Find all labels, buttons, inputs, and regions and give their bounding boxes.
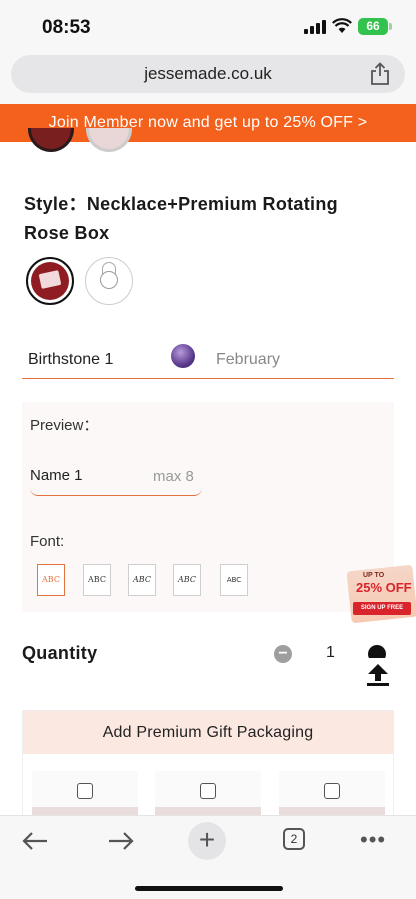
signup-discount-badge[interactable]: UP TO 25% OFF SIGN UP FREE <box>346 564 416 624</box>
status-time: 08:53 <box>42 17 91 38</box>
font-option-4[interactable]: ABC <box>173 564 201 596</box>
font-option-3[interactable]: ABC <box>128 564 156 596</box>
birthstone-select[interactable]: Birthstone 1 February <box>22 338 394 379</box>
style-option-rose-box[interactable] <box>26 257 74 305</box>
scroll-to-top-button[interactable] <box>364 658 392 688</box>
quantity-label: Quantity <box>22 643 98 663</box>
preview-label: Preview： <box>30 417 99 434</box>
share-icon[interactable] <box>369 62 391 86</box>
more-menu-icon[interactable]: ••• <box>360 827 386 853</box>
birthstone-gem-icon <box>171 344 195 368</box>
previous-option-swatch[interactable] <box>28 128 74 152</box>
back-arrow-icon[interactable] <box>20 829 50 853</box>
tabs-button[interactable]: 2 <box>283 828 305 850</box>
packaging-checkbox-1[interactable] <box>77 783 93 799</box>
font-option-5[interactable]: ABC <box>220 564 248 596</box>
font-option-2[interactable]: ABC <box>83 564 111 596</box>
address-bar[interactable]: jessemade.co.uk <box>11 55 405 93</box>
forward-arrow-icon[interactable] <box>106 829 136 853</box>
url-text: jessemade.co.uk <box>144 64 272 83</box>
birthstone-value: February <box>216 351 281 368</box>
status-bar: 08:53 66 <box>0 0 416 54</box>
gift-packaging-title: Add Premium Gift Packaging <box>23 711 393 754</box>
quantity-value: 1 <box>326 644 335 661</box>
cellular-signal-icon <box>304 20 326 34</box>
badge-top-text: UP TO <box>363 572 385 579</box>
name-input-hint: max 8 <box>153 468 194 485</box>
badge-discount-text: 25% OFF <box>356 580 412 595</box>
wifi-icon <box>332 18 352 33</box>
browser-toolbar: + 2 ••• <box>0 815 416 899</box>
gift-packaging-section: Add Premium Gift Packaging <box>22 710 394 831</box>
badge-signup-button[interactable]: SIGN UP FREE <box>353 602 411 615</box>
font-label: Font: <box>30 533 65 550</box>
personalization-preview-panel: Preview： Name 1 max 8 Font: ABC ABC ABC … <box>22 402 394 612</box>
battery-indicator: 66 <box>358 18 388 35</box>
browser-address-area: jessemade.co.uk <box>0 54 416 104</box>
battery-cap <box>389 23 392 30</box>
style-option-necklace[interactable] <box>85 257 133 305</box>
packaging-checkbox-3[interactable] <box>324 783 340 799</box>
name-input[interactable]: Name 1 max 8 <box>30 460 202 496</box>
style-heading: Style：Necklace+Premium Rotating Rose Box <box>24 190 384 248</box>
new-tab-plus-icon[interactable]: + <box>188 822 226 860</box>
birthstone-label: Birthstone 1 <box>28 351 114 368</box>
style-label: Style： <box>24 194 87 214</box>
home-indicator <box>135 886 283 891</box>
name-input-label: Name 1 <box>30 467 83 484</box>
packaging-checkbox-2[interactable] <box>200 783 216 799</box>
quantity-decrease-button[interactable]: − <box>274 645 292 663</box>
previous-option-swatch[interactable] <box>86 128 132 152</box>
font-option-1[interactable]: ABC <box>37 564 65 596</box>
